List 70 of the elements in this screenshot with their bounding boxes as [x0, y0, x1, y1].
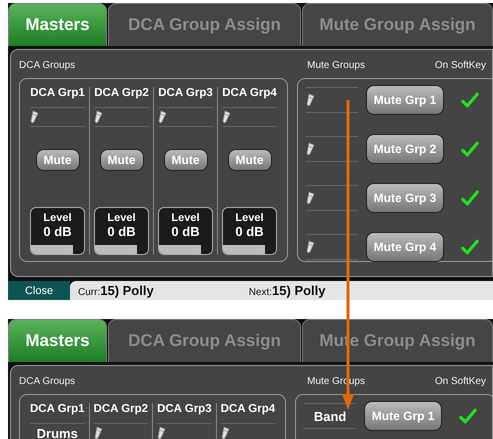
- section-title: DCA Groups: [19, 60, 76, 71]
- pencil-icon: [306, 93, 316, 107]
- column-title: On SoftKey: [434, 60, 486, 71]
- pencil-icon: [94, 110, 104, 124]
- tab[interactable]: Mute Group Assign: [302, 3, 493, 46]
- pencil-icon: [157, 426, 168, 439]
- tab[interactable]: DCA Group Assign: [108, 319, 301, 362]
- level-button[interactable]: Level 0 dB: [94, 207, 149, 255]
- level-value: 0 dB: [235, 224, 264, 240]
- pencil-icon: [306, 191, 316, 205]
- level-label: Level: [235, 212, 264, 224]
- name-field[interactable]: [94, 106, 149, 127]
- column-title: On SoftKey: [434, 376, 486, 387]
- name-field[interactable]: Drums: [30, 423, 85, 439]
- group-name: DCA Grp2: [94, 403, 148, 417]
- level-label: Level: [107, 212, 136, 224]
- group-name: DCA Grp3: [157, 403, 212, 417]
- name-field[interactable]: [220, 423, 276, 439]
- group-name: DCA Grp1: [30, 87, 85, 101]
- check-icon[interactable]: [459, 408, 478, 424]
- name-field[interactable]: [94, 423, 148, 439]
- name-field[interactable]: [158, 106, 213, 127]
- pencil-icon: [158, 110, 168, 124]
- mute-button[interactable]: Mute: [36, 148, 80, 172]
- mute-button[interactable]: Mute: [164, 148, 208, 172]
- group-name: DCA Grp3: [158, 87, 213, 101]
- mute-group-button[interactable]: Mute Grp 4: [366, 232, 444, 262]
- name-field[interactable]: [222, 106, 277, 127]
- check-icon[interactable]: [461, 140, 479, 158]
- mute-group-button[interactable]: Mute Grp 1: [364, 401, 442, 431]
- name-field[interactable]: [306, 234, 358, 260]
- group-name: DCA Grp4: [220, 403, 276, 417]
- group-name: DCA Grp1: [30, 403, 85, 417]
- pencil-icon: [30, 110, 40, 124]
- section-title: Mute Groups: [307, 60, 365, 71]
- next-scene: Next:15) Polly: [248, 283, 326, 298]
- check-icon[interactable]: [461, 92, 479, 108]
- tab[interactable]: Masters: [8, 319, 107, 362]
- pencil-icon: [306, 142, 316, 156]
- name-field[interactable]: [306, 136, 358, 162]
- level-button[interactable]: Level 0 dB: [222, 207, 277, 255]
- group-name: DCA Grp4: [222, 87, 277, 101]
- name-field[interactable]: [30, 106, 85, 127]
- name-field[interactable]: [306, 87, 358, 113]
- section-title: DCA Groups: [19, 376, 76, 387]
- pencil-icon: [306, 240, 316, 254]
- level-button[interactable]: Level 0 dB: [158, 207, 213, 255]
- close-button[interactable]: Close: [8, 281, 70, 300]
- level-value: 0 dB: [43, 224, 72, 240]
- tab[interactable]: Masters: [8, 3, 107, 46]
- mute-group-button[interactable]: Mute Grp 3: [366, 183, 444, 213]
- level-label: Level: [43, 212, 72, 224]
- level-button[interactable]: Level 0 dB: [30, 207, 85, 255]
- mute-button[interactable]: Mute: [100, 148, 144, 172]
- mute-group-button[interactable]: Mute Grp 1: [366, 85, 444, 115]
- group-name: DCA Grp2: [94, 87, 149, 101]
- mute-group-button[interactable]: Mute Grp 2: [366, 134, 444, 164]
- check-icon[interactable]: [461, 238, 479, 256]
- pencil-icon: [220, 426, 231, 439]
- check-icon[interactable]: [461, 190, 479, 206]
- pencil-icon: [222, 110, 232, 124]
- tab[interactable]: DCA Group Assign: [108, 3, 301, 46]
- mute-button[interactable]: Mute: [228, 148, 272, 172]
- level-label: Level: [171, 212, 200, 224]
- level-value: 0 dB: [107, 224, 136, 240]
- level-value: 0 dB: [171, 224, 200, 240]
- name-field[interactable]: [157, 423, 212, 439]
- pencil-icon: [94, 426, 104, 439]
- name-field[interactable]: [306, 185, 358, 211]
- current-scene: Curr:15) Polly: [78, 283, 154, 298]
